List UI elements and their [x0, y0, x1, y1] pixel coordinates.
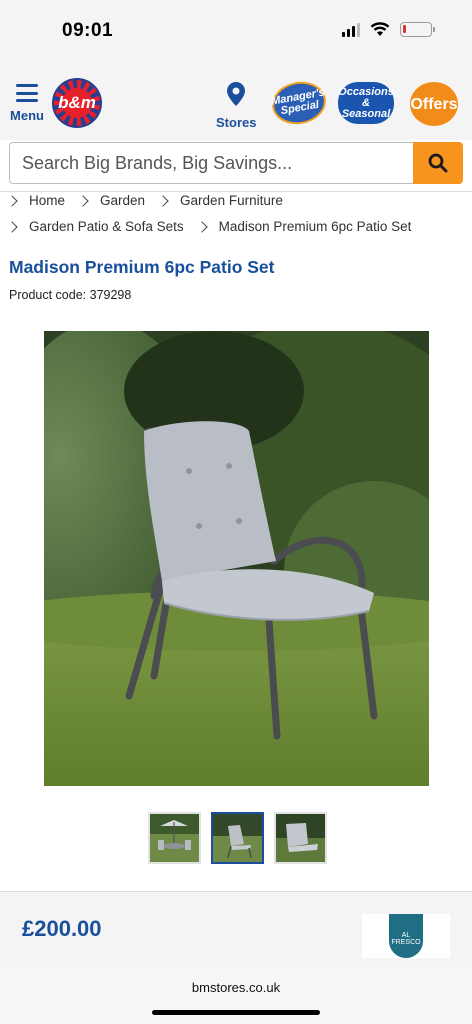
- al-fresco-brand-logo[interactable]: AL FRESCO: [362, 914, 450, 958]
- bm-logo[interactable]: b&m: [52, 78, 102, 128]
- signal-icon: [342, 22, 360, 37]
- breadcrumb-label: Madison Premium 6pc Patio Set: [218, 219, 412, 234]
- wifi-icon: [370, 22, 390, 36]
- breadcrumb-current-product: Madison Premium 6pc Patio Set: [195, 219, 412, 234]
- brand-badge-text: AL FRESCO: [389, 914, 423, 958]
- menu-label: Menu: [10, 108, 44, 123]
- battery-icon: [400, 22, 435, 37]
- thumbnail-chair[interactable]: [211, 812, 264, 864]
- chevron-right-icon: [157, 194, 169, 207]
- breadcrumb-garden-furniture[interactable]: Garden Furniture: [157, 193, 283, 208]
- chevron-right-icon: [6, 220, 18, 233]
- status-time: 09:01: [62, 20, 114, 41]
- status-bar: 09:01: [0, 0, 472, 62]
- chevron-right-icon: [6, 194, 18, 207]
- breadcrumb-row-2: Garden Patio & Sofa Sets Madison Premium…: [6, 218, 425, 235]
- breadcrumb-patio-sofa-sets[interactable]: Garden Patio & Sofa Sets: [6, 219, 184, 234]
- managers-special-button[interactable]: Manager's Special: [268, 77, 330, 129]
- product-code: Product code: 379298: [9, 288, 131, 302]
- patio-set-thumb-image: [150, 814, 199, 862]
- chair-thumb-image: [213, 814, 262, 862]
- search-input[interactable]: [9, 142, 414, 184]
- hamburger-icon: [16, 84, 38, 102]
- breadcrumb-label: Garden: [100, 193, 146, 208]
- breadcrumb-label: Garden Furniture: [180, 193, 283, 208]
- thumbnail-cushion[interactable]: [274, 812, 327, 864]
- product-code-label: Product code:: [9, 288, 87, 302]
- logo-text: b&m: [58, 88, 96, 118]
- stores-label: Stores: [216, 115, 257, 130]
- offers-button[interactable]: Offers: [410, 82, 458, 126]
- product-code-value: 379298: [89, 288, 132, 302]
- menu-button[interactable]: Menu: [8, 84, 46, 123]
- breadcrumb-row-1: Home Garden Garden Furniture: [6, 192, 297, 209]
- product-main-image[interactable]: [44, 331, 429, 786]
- price-bar: £200.00 AL FRESCO: [0, 892, 472, 968]
- search-button[interactable]: [413, 142, 463, 184]
- occasions-seasonal-button[interactable]: Occasions & Seasonal: [338, 82, 394, 124]
- browser-url[interactable]: bmstores.co.uk: [0, 980, 472, 995]
- chevron-right-icon: [195, 220, 208, 233]
- breadcrumb-label: Garden Patio & Sofa Sets: [29, 219, 184, 234]
- thumbnail-patio-set[interactable]: [148, 812, 201, 864]
- site-header: Menu b&m Stores Manager's Special Occasi…: [0, 62, 472, 140]
- breadcrumb-home[interactable]: Home: [6, 193, 66, 208]
- search-icon: [428, 153, 448, 173]
- status-icons: [342, 22, 435, 37]
- location-pin-icon: [227, 82, 246, 106]
- stores-button[interactable]: Stores: [216, 82, 256, 130]
- breadcrumb-label: Home: [29, 193, 66, 208]
- product-title: Madison Premium 6pc Patio Set: [9, 257, 275, 277]
- breadcrumb-garden[interactable]: Garden: [77, 193, 146, 208]
- chevron-right-icon: [77, 194, 89, 207]
- home-indicator[interactable]: [152, 1010, 320, 1015]
- search-bar: [9, 142, 463, 184]
- garden-chair-photo: [44, 331, 429, 786]
- thumbnail-strip: [148, 812, 327, 864]
- cushion-thumb-image: [276, 814, 325, 862]
- product-price: £200.00: [22, 916, 102, 941]
- browser-address-bar: bmstores.co.uk: [0, 968, 472, 1024]
